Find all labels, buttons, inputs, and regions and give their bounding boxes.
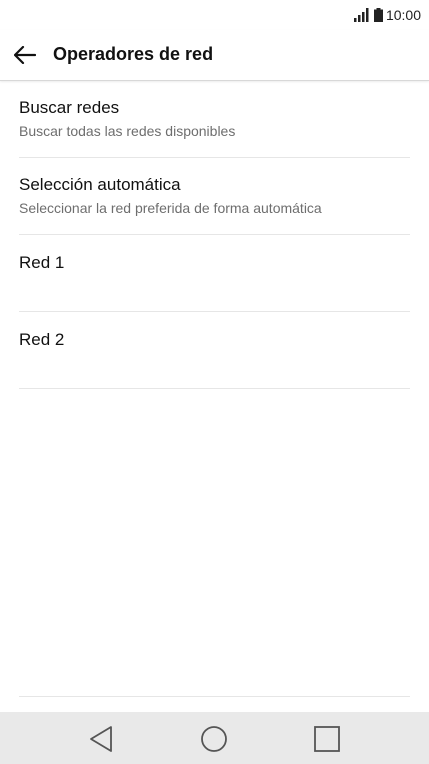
list-item-network-1[interactable]: Red 1 (19, 235, 410, 312)
item-title: Buscar redes (19, 98, 120, 117)
list-item-search-networks[interactable]: Buscar redes Buscar todas las redes disp… (19, 81, 410, 158)
nav-recents-button[interactable] (312, 724, 342, 754)
network-operators-list: Buscar redes Buscar todas las redes disp… (19, 81, 410, 389)
signal-bars-icon (353, 8, 369, 22)
app-header: Operadores de red (0, 30, 429, 81)
arrow-left-icon (14, 46, 36, 64)
item-subtitle: Buscar todas las redes disponibles (19, 123, 236, 139)
item-subtitle: Seleccionar la red preferida de forma au… (19, 200, 322, 216)
list-item-automatic-selection[interactable]: Selección automática Seleccionar la red … (19, 158, 410, 235)
status-time: 10:00 (385, 7, 421, 23)
square-recents-icon (314, 726, 340, 752)
status-bar: 10:00 (0, 0, 429, 30)
item-title: Selección automática (19, 175, 181, 194)
list-item-network-2[interactable]: Red 2 (19, 312, 410, 389)
battery-icon (373, 8, 383, 22)
circle-home-icon (201, 726, 227, 752)
divider (19, 696, 410, 697)
page-title: Operadores de red (53, 44, 214, 64)
nav-home-button[interactable] (199, 724, 229, 754)
nav-back-button[interactable] (86, 724, 116, 754)
item-title: Red 1 (19, 253, 65, 272)
back-button[interactable] (12, 43, 38, 67)
status-indicators: 10:00 (353, 6, 421, 24)
navigation-bar (0, 712, 429, 764)
item-title: Red 2 (19, 330, 65, 349)
triangle-back-icon (90, 726, 112, 752)
